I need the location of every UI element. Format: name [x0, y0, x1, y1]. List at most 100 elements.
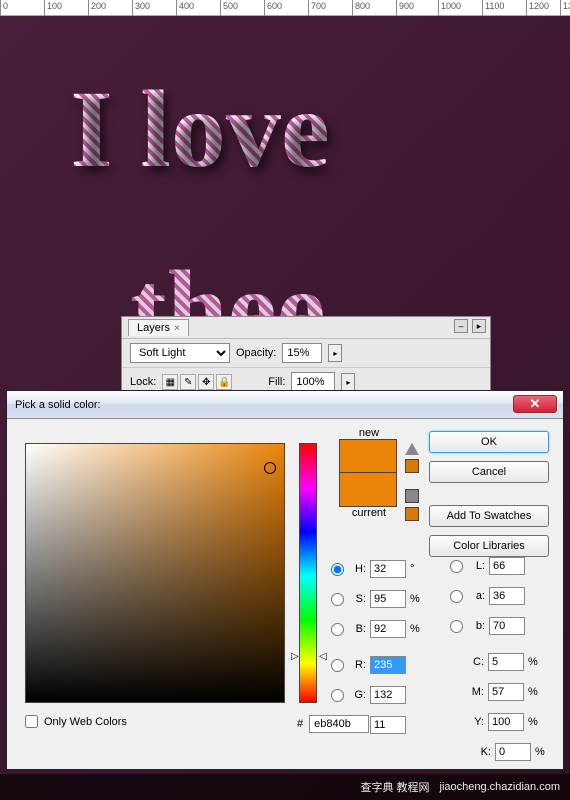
fill-label: Fill:	[268, 376, 285, 388]
hue-input[interactable]	[370, 560, 406, 578]
fill-input[interactable]	[291, 372, 335, 392]
rgb-b-input[interactable]	[370, 716, 406, 734]
footer-url: jiaocheng.chazidian.com	[440, 781, 560, 793]
k-row: K: %	[331, 743, 551, 767]
bri-label: B:	[350, 623, 366, 635]
layers-blend-row: Soft Light Opacity: ▸	[122, 339, 490, 368]
lab-b-input[interactable]	[489, 617, 525, 635]
menu-icon[interactable]: ▸	[472, 319, 486, 333]
m-label: M:	[468, 686, 484, 698]
bri-input[interactable]	[370, 620, 406, 638]
lock-label: Lock:	[130, 376, 156, 388]
only-web-colors-checkbox[interactable]	[25, 715, 38, 728]
blend-mode-select[interactable]: Soft Light	[130, 343, 230, 363]
g-row: G: M: %	[331, 683, 551, 707]
dialog-titlebar[interactable]: Pick a solid color: ✕	[7, 391, 563, 419]
hue-pointer-right: ◁	[319, 651, 327, 662]
color-preview: new current	[339, 427, 399, 519]
sat-input[interactable]	[370, 590, 406, 608]
current-color-swatch[interactable]	[339, 473, 397, 507]
a-label: a:	[469, 590, 485, 602]
sat-row: S: % a:	[331, 587, 551, 611]
gamut-warning-icon[interactable]	[405, 443, 419, 455]
sat-radio[interactable]	[331, 593, 344, 606]
g-input[interactable]	[370, 686, 406, 704]
r-label: R:	[350, 659, 366, 671]
ruler-tick: 1100	[482, 0, 504, 16]
ruler-tick: 600	[264, 0, 282, 16]
ruler-tick: 1200	[526, 0, 549, 16]
saturation-brightness-field[interactable]	[25, 443, 285, 703]
bri-row: B: % b:	[331, 617, 551, 641]
websafe-swatch[interactable]	[405, 507, 419, 521]
cancel-button[interactable]: Cancel	[429, 461, 549, 483]
y-unit: %	[528, 716, 544, 728]
opacity-label: Opacity:	[236, 347, 276, 359]
hue-slider[interactable]	[299, 443, 317, 703]
l-radio[interactable]	[450, 560, 463, 573]
m-input[interactable]	[488, 683, 524, 701]
chevron-right-icon[interactable]: ▸	[341, 373, 355, 391]
ruler-tick: 400	[176, 0, 194, 16]
sat-unit: %	[410, 593, 426, 605]
y-input[interactable]	[488, 713, 524, 731]
hue-pointer-left: ▷	[291, 651, 299, 662]
lock-buttons: ▦ ✎ ✥ 🔒	[162, 374, 232, 390]
r-radio[interactable]	[331, 659, 344, 672]
g-radio[interactable]	[331, 689, 344, 702]
close-icon[interactable]: ×	[174, 323, 180, 334]
chevron-right-icon[interactable]: ▸	[328, 344, 342, 362]
a-input[interactable]	[489, 587, 525, 605]
dialog-title: Pick a solid color:	[15, 399, 101, 411]
candy-text-1: I love	[70, 66, 330, 193]
ruler-tick: 100	[44, 0, 62, 16]
lab-b-radio[interactable]	[450, 620, 463, 633]
lock-pixels-icon[interactable]: ✎	[180, 374, 196, 390]
layers-tab-label: Layers	[137, 322, 170, 334]
lock-transparent-icon[interactable]: ▦	[162, 374, 178, 390]
color-libraries-button[interactable]: Color Libraries	[429, 535, 549, 557]
hue-label: H:	[350, 563, 366, 575]
ruler-tick: 700	[308, 0, 326, 16]
r-row: R: C: %	[331, 653, 551, 677]
a-radio[interactable]	[450, 590, 463, 603]
m-unit: %	[528, 686, 544, 698]
g-label: G:	[350, 689, 366, 701]
l-label: L:	[469, 560, 485, 572]
hue-radio[interactable]	[331, 563, 344, 576]
l-input[interactable]	[489, 557, 525, 575]
gamut-swatch[interactable]	[405, 459, 419, 473]
r-input[interactable]	[370, 656, 406, 674]
opacity-input[interactable]	[282, 343, 322, 363]
c-unit: %	[528, 656, 544, 668]
only-web-colors-label: Only Web Colors	[44, 716, 127, 728]
bri-unit: %	[410, 623, 426, 635]
k-label: K:	[475, 746, 491, 758]
ruler-tick: 900	[396, 0, 414, 16]
layers-tab[interactable]: Layers ×	[128, 319, 189, 336]
color-picker-dialog: Pick a solid color: ✕ ▷ ◁ new current OK…	[6, 390, 564, 770]
lock-all-icon[interactable]: 🔒	[216, 374, 232, 390]
layers-panel: Layers × – ▸ Soft Light Opacity: ▸ Lock:…	[121, 316, 491, 398]
watermark-footer: 查字典 教程网 jiaocheng.chazidian.com	[0, 774, 570, 800]
hex-input[interactable]	[309, 715, 369, 733]
bri-radio[interactable]	[331, 623, 344, 636]
ruler-tick: 0	[0, 0, 8, 16]
ok-button[interactable]: OK	[429, 431, 549, 453]
k-input[interactable]	[495, 743, 531, 761]
hue-unit: °	[410, 563, 426, 575]
lock-position-icon[interactable]: ✥	[198, 374, 214, 390]
layers-panel-header: Layers × – ▸	[122, 317, 490, 339]
c-input[interactable]	[488, 653, 524, 671]
minimize-icon[interactable]: –	[454, 319, 468, 333]
sat-label: S:	[350, 593, 366, 605]
add-swatches-button[interactable]: Add To Swatches	[429, 505, 549, 527]
k-unit: %	[535, 746, 551, 758]
close-button[interactable]: ✕	[513, 395, 557, 413]
new-color-swatch[interactable]	[339, 439, 397, 473]
color-cursor[interactable]	[264, 462, 276, 474]
hue-row: H: ° L:	[331, 557, 551, 581]
websafe-warning-icon[interactable]	[405, 489, 419, 503]
hex-label: #	[297, 718, 303, 730]
new-label: new	[339, 427, 399, 439]
